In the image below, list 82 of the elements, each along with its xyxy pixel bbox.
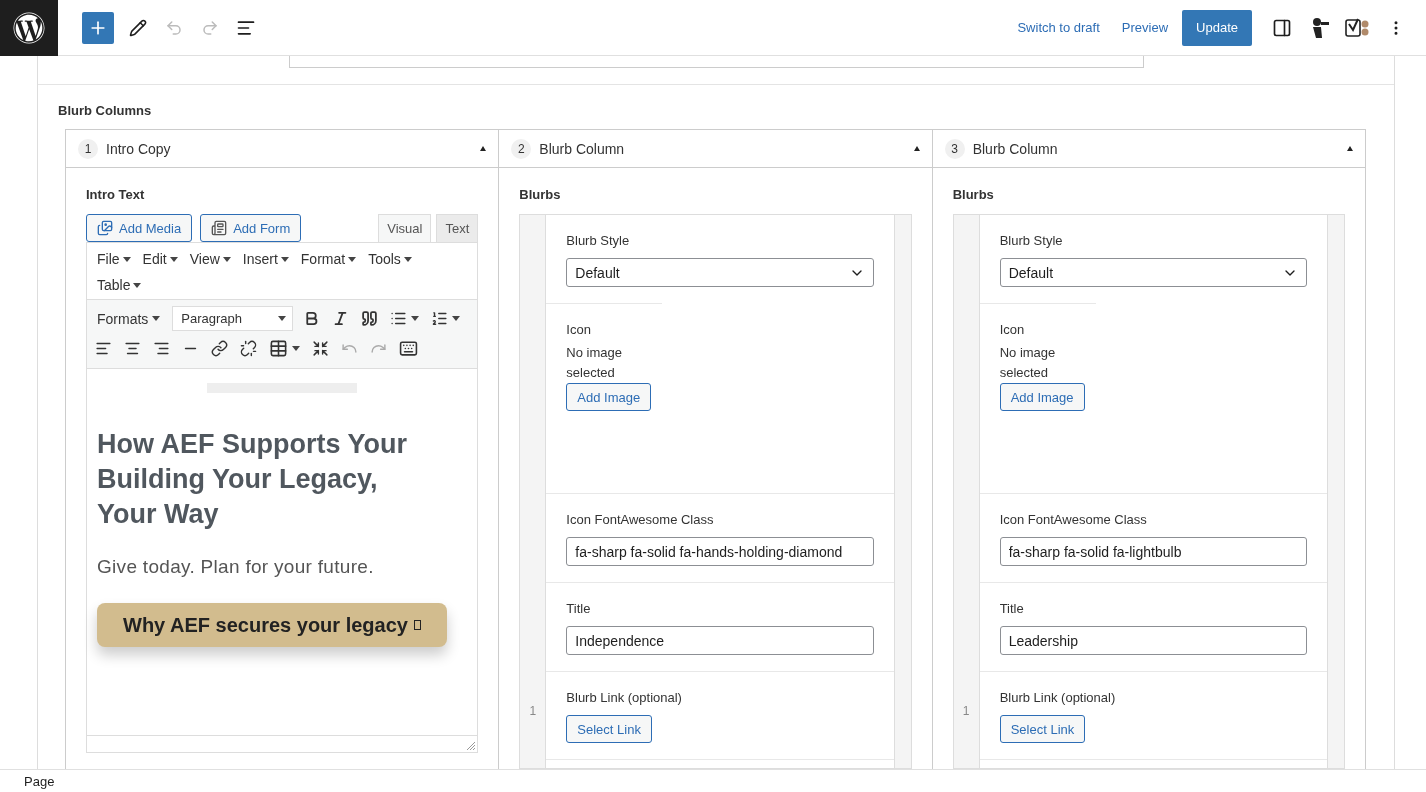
menu-item[interactable]: Insert bbox=[236, 246, 295, 272]
empty-image-text: No image selected bbox=[999, 344, 1057, 382]
caret-icon bbox=[278, 316, 287, 321]
field-label: Blurb Style bbox=[999, 233, 1064, 248]
bullet-list-icon bbox=[390, 310, 408, 327]
caret-icon bbox=[152, 316, 161, 321]
update-button[interactable]: Update bbox=[1182, 9, 1252, 46]
menu-item[interactable]: Table bbox=[91, 272, 148, 298]
column-title: Blurb Column bbox=[539, 140, 625, 157]
row-number: 1 bbox=[529, 704, 537, 718]
section-label: Blurb Columns bbox=[57, 102, 153, 120]
collapse-icon[interactable] bbox=[913, 146, 920, 151]
select-link-button[interactable]: Select Link bbox=[999, 715, 1086, 743]
empty-image-text: No image selected bbox=[566, 344, 623, 382]
field-label: Title bbox=[999, 601, 1025, 616]
media-icon bbox=[97, 220, 113, 236]
cta-button[interactable]: Why AEF secures your legacy bbox=[97, 603, 447, 647]
numbered-list-icon bbox=[431, 310, 449, 327]
row-number: 1 bbox=[962, 704, 970, 718]
table-icon bbox=[269, 339, 288, 358]
form-icon bbox=[211, 220, 228, 236]
field-label: Blurbs bbox=[519, 187, 562, 202]
field-label: Icon FontAwesome Class bbox=[566, 512, 715, 527]
menu-item[interactable]: Tools bbox=[362, 246, 418, 272]
formats-menu[interactable]: Formats bbox=[93, 308, 165, 329]
column-title: Blurb Column bbox=[972, 140, 1058, 157]
column-number: 2 bbox=[511, 138, 532, 159]
caret-icon bbox=[280, 256, 289, 262]
add-image-button[interactable]: Add Image bbox=[566, 383, 652, 411]
menu-item[interactable]: View bbox=[183, 246, 237, 272]
unlink-icon[interactable] bbox=[238, 338, 259, 359]
caret-icon bbox=[411, 316, 420, 321]
editor-tab[interactable]: Text bbox=[436, 214, 479, 242]
field-label: Icon FontAwesome Class bbox=[999, 512, 1148, 527]
text-input[interactable]: Leadership bbox=[999, 626, 1307, 655]
resize-grip-icon bbox=[467, 742, 476, 750]
caret-icon bbox=[292, 346, 300, 351]
toolbar-link[interactable]: Preview bbox=[1111, 14, 1179, 41]
editor-tab[interactable]: Visual bbox=[378, 214, 432, 242]
collapse-icon[interactable] bbox=[1347, 146, 1353, 151]
column-number: 3 bbox=[944, 138, 965, 159]
select-value: Default bbox=[575, 264, 620, 281]
style-select[interactable]: Default bbox=[566, 258, 874, 287]
select-link-button[interactable]: Select Link bbox=[566, 715, 652, 743]
field-label: Blurb Link (optional) bbox=[999, 690, 1117, 705]
field-label: Icon bbox=[566, 322, 592, 337]
field-label: Intro Text bbox=[86, 187, 146, 202]
content-heading: How AEF Supports Your Building Your Legacy, Your Way bbox=[97, 428, 408, 531]
add-media-button[interactable]: Add Media bbox=[86, 214, 193, 242]
menu-item[interactable]: Format bbox=[294, 246, 363, 272]
text-input[interactable]: fa-sharp fa-solid fa-hands-holding-diamond bbox=[566, 537, 874, 566]
missing-glyph-icon bbox=[413, 620, 421, 630]
caret-icon bbox=[222, 256, 231, 262]
link-icon[interactable] bbox=[209, 338, 230, 359]
toolbar-link[interactable]: Switch to draft bbox=[1007, 14, 1110, 41]
caret-icon bbox=[452, 316, 461, 321]
caret-icon bbox=[133, 282, 142, 288]
breadcrumb: Page bbox=[24, 773, 55, 789]
field-label: Blurb Link (optional) bbox=[566, 690, 683, 705]
text-input[interactable]: Independence bbox=[566, 626, 874, 655]
field-label: Title bbox=[566, 601, 592, 616]
column-number: 1 bbox=[78, 138, 98, 159]
menu-item[interactable]: Edit bbox=[136, 246, 184, 272]
select-value: Default bbox=[1008, 264, 1053, 281]
add-block-button[interactable] bbox=[82, 11, 114, 44]
wordpress-logo[interactable] bbox=[0, 0, 58, 56]
paragraph-select[interactable]: Paragraph bbox=[172, 306, 294, 331]
collapse-icon[interactable] bbox=[480, 146, 487, 151]
add-image-button[interactable]: Add Image bbox=[999, 383, 1085, 411]
text-input[interactable]: fa-sharp fa-solid fa-lightbulb bbox=[999, 537, 1307, 566]
caret-icon bbox=[403, 256, 412, 262]
field-label: Icon bbox=[999, 322, 1026, 337]
field-label: Blurbs bbox=[952, 187, 995, 202]
caret-icon bbox=[348, 256, 357, 262]
caret-icon bbox=[122, 256, 131, 262]
content-subheading: Give today. Plan for your future. bbox=[97, 556, 375, 578]
menu-item[interactable]: File bbox=[91, 246, 137, 272]
field-label: Blurb Style bbox=[566, 233, 631, 248]
column-title: Intro Copy bbox=[106, 140, 171, 157]
caret-icon bbox=[169, 256, 178, 262]
add-form-button[interactable]: Add Form bbox=[200, 214, 302, 242]
style-select[interactable]: Default bbox=[999, 258, 1307, 287]
